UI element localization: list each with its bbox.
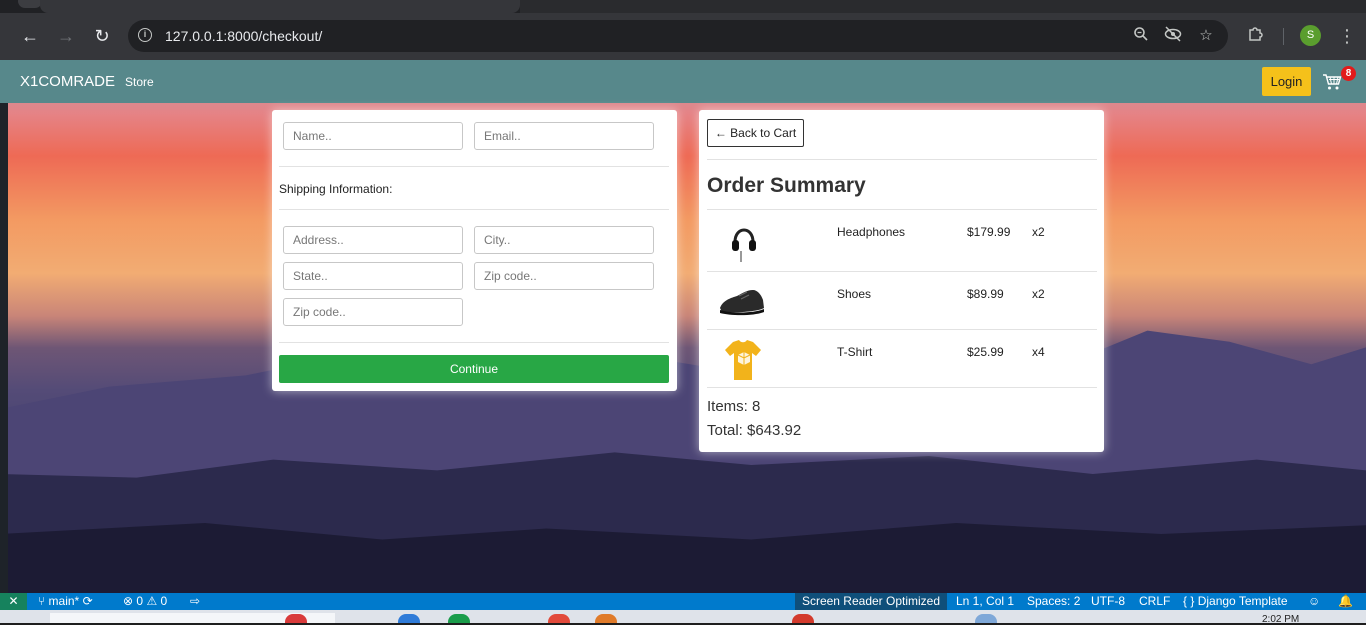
order-summary-title: Order Summary (707, 174, 866, 197)
problems-item[interactable]: ⊗ 0 ⚠ 0 (123, 594, 167, 609)
zip-code-input[interactable] (474, 262, 654, 290)
tab-favicon[interactable] (18, 0, 42, 8)
site-navbar: X1COMRADE Store Login 8 (0, 60, 1366, 103)
state-input[interactable] (283, 262, 463, 290)
url-text[interactable]: 127.0.0.1:8000/checkout/ (165, 28, 322, 44)
headphones-icon (717, 218, 767, 262)
copilot-icon[interactable]: ☺ (1308, 594, 1320, 609)
divider (707, 387, 1097, 388)
line-ending[interactable]: CRLF (1139, 594, 1170, 609)
toolbar-separator (1283, 28, 1284, 45)
item-name: Headphones (837, 225, 906, 239)
item-price: $25.99 (967, 345, 1004, 359)
os-taskbar: 2:02 PM (0, 610, 1366, 625)
back-arrow-icon[interactable]: ← (19, 25, 41, 47)
site-brand[interactable]: X1COMRADE (20, 73, 115, 90)
taskbar-app-icon[interactable] (398, 614, 420, 623)
address-bar[interactable]: i 127.0.0.1:8000/checkout/ ☆ (128, 20, 1228, 52)
error-count: 0 (136, 594, 144, 608)
taskbar-app-icon[interactable] (548, 614, 570, 623)
zoom-icon[interactable] (1131, 26, 1151, 46)
shipping-info-label: Shipping Information: (279, 182, 393, 196)
item-quantity: x2 (1032, 287, 1045, 301)
checkout-form-card: Shipping Information: Continue (272, 110, 677, 391)
git-branch-name: main* (48, 594, 80, 608)
tab-strip (0, 0, 1366, 13)
live-share-icon[interactable]: ⇨ (190, 594, 200, 609)
git-branch-item[interactable]: ⑂ main* ⟳ (38, 594, 93, 609)
site-info-icon[interactable]: i (138, 28, 152, 42)
tshirt-icon (717, 338, 767, 382)
browser-toolbar: ← → ↻ i 127.0.0.1:8000/checkout/ ☆ S ⋮ (0, 13, 1366, 60)
order-total: Total: $643.92 (707, 422, 802, 439)
email-input[interactable] (474, 122, 654, 150)
city-input[interactable] (474, 226, 654, 254)
editor-edge (0, 103, 8, 593)
address-input[interactable] (283, 226, 463, 254)
order-item-row: T-Shirt $25.99 x4 (707, 329, 1097, 387)
cart-icon[interactable] (1322, 73, 1342, 91)
reload-icon[interactable]: ↻ (91, 25, 113, 47)
sync-icon: ⟳ (82, 594, 93, 608)
order-summary-card: ← Back to Cart Order Summary Headphones … (699, 110, 1104, 452)
divider (279, 209, 669, 210)
item-name: Shoes (837, 287, 872, 301)
bookmark-star-icon[interactable]: ☆ (1196, 26, 1216, 46)
eye-off-icon[interactable] (1163, 26, 1183, 46)
taskbar-app-icon[interactable] (595, 614, 617, 623)
language-mode-label: Django Template (1197, 594, 1288, 608)
warning-count: 0 (160, 594, 168, 608)
taskbar-clock[interactable]: 2:02 PM (1262, 614, 1299, 625)
nav-store-link[interactable]: Store (125, 75, 154, 89)
divider (707, 159, 1097, 160)
browser-menu-icon[interactable]: ⋮ (1338, 25, 1356, 47)
divider (279, 342, 669, 343)
braces-icon: { } (1183, 594, 1195, 608)
taskbar-app-icon[interactable] (792, 614, 814, 623)
tab-strip-background (520, 0, 1366, 13)
cursor-position[interactable]: Ln 1, Col 1 (956, 594, 1014, 609)
divider (279, 166, 669, 167)
item-price: $179.99 (967, 225, 1011, 239)
zip-code-input-2[interactable] (283, 298, 463, 326)
item-quantity: x2 (1032, 225, 1045, 239)
taskbar-app-icon[interactable] (285, 614, 307, 623)
indentation[interactable]: Spaces: 2 (1027, 594, 1080, 609)
checkout-page: X1COMRADE Store Login 8 Shipping Informa… (0, 60, 1366, 593)
continue-button[interactable]: Continue (279, 355, 669, 383)
warning-icon: ⚠ (146, 594, 158, 608)
forward-arrow-icon[interactable]: → (55, 25, 77, 47)
back-to-cart-button[interactable]: ← Back to Cart (707, 119, 804, 147)
items-count: Items: 8 (707, 398, 761, 415)
extensions-icon[interactable] (1245, 25, 1267, 49)
error-icon: ⊗ (123, 594, 134, 608)
login-button[interactable]: Login (1262, 67, 1311, 96)
screen-reader-mode[interactable]: Screen Reader Optimized (795, 593, 947, 610)
taskbar-app-icon[interactable] (975, 614, 997, 623)
order-item-row: Shoes $89.99 x2 (707, 271, 1097, 329)
order-item-row: Headphones $179.99 x2 (707, 209, 1097, 267)
item-name: T-Shirt (837, 345, 873, 359)
remote-indicator-icon[interactable]: ✕ (0, 593, 27, 610)
cart-count-badge: 8 (1341, 66, 1356, 81)
profile-avatar[interactable]: S (1300, 25, 1321, 46)
item-price: $89.99 (967, 287, 1004, 301)
encoding[interactable]: UTF-8 (1091, 594, 1125, 609)
active-tab[interactable] (40, 0, 520, 13)
git-branch-icon: ⑂ (38, 594, 46, 608)
name-input[interactable] (283, 122, 463, 150)
item-quantity: x4 (1032, 345, 1045, 359)
shoe-icon (717, 278, 767, 322)
editor-status-bar: ✕ ⑂ main* ⟳ ⊗ 0 ⚠ 0 ⇨ Screen Reader Opti… (0, 593, 1366, 610)
taskbar-app-icon[interactable] (448, 614, 470, 623)
language-mode[interactable]: { } Django Template (1183, 594, 1288, 609)
notifications-bell-icon[interactable]: 🔔 (1338, 594, 1353, 609)
